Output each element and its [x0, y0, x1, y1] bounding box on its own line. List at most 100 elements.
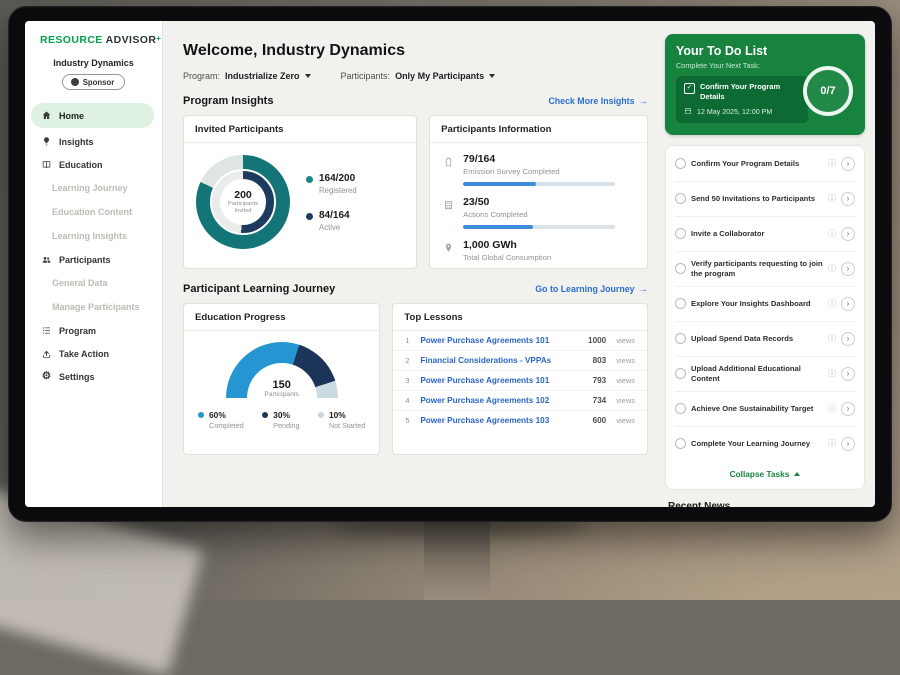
task-row[interactable]: Verify participants requesting to join t… [675, 252, 855, 287]
legend-value: 164/200 [319, 173, 357, 184]
checkbox-icon[interactable] [675, 263, 686, 274]
task-row[interactable]: Invite a Collaborator ⓘ › [675, 217, 855, 252]
sidebar-item-participants[interactable]: Participants [25, 248, 162, 271]
checkbox-icon[interactable] [675, 438, 686, 449]
lesson-rank: 2 [405, 356, 413, 365]
lesson-link[interactable]: Power Purchase Agreements 101 [420, 336, 581, 345]
emission-progress-bar [463, 182, 615, 186]
lesson-link[interactable]: Power Purchase Agreements 102 [420, 396, 585, 405]
education-gauge-chart: 150 Participants [226, 342, 338, 398]
program-value: Industrialize Zero [225, 71, 300, 81]
lesson-row[interactable]: 3 Power Purchase Agreements 101 793 view… [393, 371, 647, 391]
info-icon[interactable]: ⓘ [828, 333, 836, 344]
chevron-right-icon[interactable]: › [841, 437, 855, 451]
lesson-link[interactable]: Power Purchase Agreements 103 [420, 416, 585, 425]
sidebar-item-education-content[interactable]: Education Content [25, 200, 162, 224]
info-icon[interactable]: ⓘ [828, 158, 836, 169]
chevron-right-icon[interactable]: › [841, 332, 855, 346]
sidebar-item-label: General Data [52, 278, 108, 288]
check-more-insights-link[interactable]: Check More Insights → [548, 96, 648, 107]
info-label: Actions Completed [463, 210, 615, 219]
sidebar-item-general-data[interactable]: General Data [25, 271, 162, 295]
chevron-right-icon[interactable]: › [841, 192, 855, 206]
lesson-views-unit: views [616, 356, 635, 365]
info-label: Emission Survey Completed [463, 167, 615, 176]
task-label: Confirm Your Program Details [691, 159, 823, 169]
lesson-row[interactable]: 1 Power Purchase Agreements 101 1000 vie… [393, 331, 647, 351]
insights-cards-row: Invited Participants 200 Participants In… [183, 115, 648, 269]
program-insights-header: Program Insights Check More Insights → [183, 95, 648, 107]
task-row[interactable]: Confirm Your Program Details ⓘ › [675, 147, 855, 182]
todo-progress-ring: 0/7 [803, 66, 853, 116]
info-icon[interactable]: ⓘ [828, 263, 836, 274]
info-icon[interactable]: ⓘ [828, 193, 836, 204]
chevron-right-icon[interactable]: › [841, 262, 855, 276]
section-title: Participant Learning Journey [183, 283, 335, 295]
task-row[interactable]: Achieve One Sustainability Target ⓘ › [675, 392, 855, 427]
legend-value: 10% [329, 410, 365, 420]
sponsor-badge[interactable]: Sponsor [62, 74, 126, 90]
donut-center-value: 200 [224, 190, 262, 202]
sidebar-item-education[interactable]: Education [25, 153, 162, 176]
sidebar-item-home[interactable]: Home [31, 103, 154, 128]
lesson-link[interactable]: Financial Considerations - VPPAs [420, 356, 585, 365]
card-title: Education Progress [184, 304, 379, 331]
info-icon[interactable]: ⓘ [828, 438, 836, 449]
task-row[interactable]: Complete Your Learning Journey ⓘ › [675, 427, 855, 461]
checkbox-icon[interactable] [675, 368, 686, 379]
task-row[interactable]: Send 50 Invitations to Participants ⓘ › [675, 182, 855, 217]
task-row[interactable]: Explore Your Insights Dashboard ⓘ › [675, 287, 855, 322]
program-dropdown[interactable]: Program: Industrialize Zero [183, 71, 311, 81]
chevron-right-icon[interactable]: › [841, 402, 855, 416]
checkbox-icon[interactable] [675, 403, 686, 414]
checkbox-icon[interactable] [675, 193, 686, 204]
sidebar-item-learning-insights[interactable]: Learning Insights [25, 224, 162, 248]
task-row[interactable]: Upload Additional Educational Content ⓘ … [675, 357, 855, 392]
info-icon[interactable]: ⓘ [828, 368, 836, 379]
legend-label: Pending [273, 421, 299, 430]
legend-item-registered: 164/200 Registered [306, 173, 357, 195]
sidebar-item-settings[interactable]: ⚙ Settings [25, 365, 162, 388]
info-icon[interactable]: ⓘ [828, 298, 836, 309]
sponsor-icon [71, 78, 79, 86]
lesson-views: 734 [593, 396, 607, 405]
navy-dot-icon [306, 213, 313, 220]
sidebar-item-label: Education Content [52, 207, 132, 217]
lesson-views: 1000 [588, 336, 606, 345]
info-icon[interactable]: ⓘ [828, 228, 836, 239]
sidebar-item-take-action[interactable]: Take Action [25, 342, 162, 365]
section-title: Program Insights [183, 95, 273, 107]
chevron-right-icon[interactable]: › [841, 227, 855, 241]
lesson-row[interactable]: 5 Power Purchase Agreements 103 600 view… [393, 411, 647, 430]
donut-center-label: Participants Invited [224, 201, 262, 214]
todo-title: Your To Do List [676, 44, 854, 58]
todo-panel: Your To Do List Complete Your Next Task:… [662, 21, 875, 507]
collapse-tasks-button[interactable]: Collapse Tasks [675, 461, 855, 488]
chevron-right-icon[interactable]: › [841, 367, 855, 381]
sidebar-item-learning-journey[interactable]: Learning Journey [25, 176, 162, 200]
sidebar-item-insights[interactable]: Insights [25, 130, 162, 153]
checkbox-icon[interactable] [675, 158, 686, 169]
gear-icon: ⚙ [41, 371, 52, 382]
sidebar-item-program[interactable]: Program [25, 319, 162, 342]
sidebar-item-manage-participants[interactable]: Manage Participants [25, 295, 162, 319]
lesson-link[interactable]: Power Purchase Agreements 101 [420, 376, 585, 385]
lesson-row[interactable]: 2 Financial Considerations - VPPAs 803 v… [393, 351, 647, 371]
next-task-box[interactable]: ✓ Confirm Your Program Details 12 May 20… [676, 76, 808, 123]
checkbox-icon[interactable] [675, 298, 686, 309]
bulb-icon [41, 136, 52, 147]
brand-plus: + [156, 34, 161, 43]
lesson-rank: 4 [405, 396, 413, 405]
brand-logo[interactable]: RESOURCE ADVISOR+ [40, 34, 162, 46]
checkbox-icon[interactable] [675, 228, 686, 239]
go-to-learning-journey-link[interactable]: Go to Learning Journey → [535, 284, 648, 295]
chevron-up-icon [794, 472, 800, 476]
lesson-row[interactable]: 4 Power Purchase Agreements 102 734 view… [393, 391, 647, 411]
participants-dropdown[interactable]: Participants: Only My Participants [341, 71, 496, 81]
page-title: Welcome, Industry Dynamics [183, 42, 648, 60]
info-icon[interactable]: ⓘ [828, 403, 836, 414]
chevron-right-icon[interactable]: › [841, 157, 855, 171]
chevron-right-icon[interactable]: › [841, 297, 855, 311]
checkbox-icon[interactable] [675, 333, 686, 344]
task-row[interactable]: Upload Spend Data Records ⓘ › [675, 322, 855, 357]
